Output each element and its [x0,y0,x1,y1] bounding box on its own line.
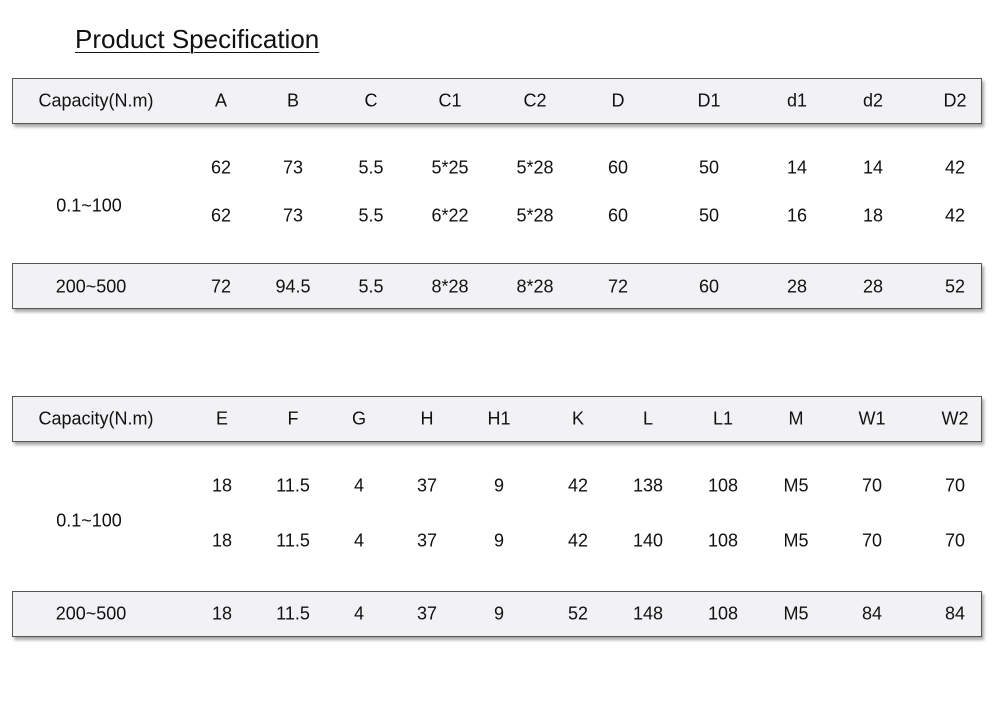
row-bar-200-500 [12,263,982,309]
table-cell: 5*25 [431,157,469,178]
table-cell: 94.5 [275,276,311,297]
table-cell: 4 [353,603,365,624]
table-cell: 18 [211,475,233,496]
table-cell: 18 [862,205,884,226]
table-cell: 18 [211,603,233,624]
column-header: L1 [712,408,734,429]
column-header: F [287,408,299,429]
table-cell: 28 [786,276,808,297]
table-cell: 84 [861,603,883,624]
table-cell: 50 [698,157,720,178]
table-cell: 72 [607,276,629,297]
table-cell: 108 [707,530,739,551]
capacity-label: 0.1~100 [56,195,122,216]
table-cell: 37 [416,603,438,624]
table-cell: 73 [282,157,304,178]
column-header: M [788,408,804,429]
table-cell: M5 [783,603,809,624]
table-cell: M5 [783,530,809,551]
table-cell: 5.5 [358,276,384,297]
table-cell: 5.5 [358,205,384,226]
column-header: B [286,90,300,111]
table-cell: 60 [607,157,629,178]
table-cell: 60 [698,276,720,297]
table-cell: 5.5 [358,157,384,178]
table-cell: 37 [416,475,438,496]
table-cell: 37 [416,530,438,551]
table-cell: 4 [353,530,365,551]
column-header: C [364,90,378,111]
table-cell: 8*28 [431,276,469,297]
table-cell: 84 [944,603,966,624]
capacity-label: 200~500 [55,276,127,297]
column-header: D [611,90,625,111]
table-cell: 70 [861,475,883,496]
table-cell: 16 [786,205,808,226]
column-header: d1 [786,90,808,111]
table-cell: 108 [707,475,739,496]
table-cell: 28 [862,276,884,297]
table-cell: 4 [353,475,365,496]
header-bar [12,78,982,124]
table-cell: 9 [493,530,505,551]
column-header: H [420,408,434,429]
table-cell: 42 [944,205,966,226]
table-cell: 6*22 [431,205,469,226]
table-cell: 108 [707,603,739,624]
column-header: E [215,408,229,429]
table-cell: 5*28 [516,205,554,226]
column-header: L [642,408,654,429]
table-cell: 138 [632,475,664,496]
column-header: Capacity(N.m) [38,408,154,429]
table-cell: 52 [944,276,966,297]
table-cell: 42 [944,157,966,178]
column-header: W1 [858,408,886,429]
table-cell: 62 [210,205,232,226]
column-header: Capacity(N.m) [38,90,154,111]
capacity-label: 200~500 [55,603,127,624]
table-cell: 5*28 [516,157,554,178]
page-title: Product Specification [75,24,320,54]
table-cell: 50 [698,205,720,226]
column-header: K [571,408,585,429]
column-header: H1 [487,408,511,429]
table-cell: 11.5 [276,530,310,551]
column-header: D1 [697,90,721,111]
table-cell: 11.5 [276,603,310,624]
table-cell: 42 [567,475,589,496]
table-cell: 42 [567,530,589,551]
table-cell: 140 [632,530,664,551]
table-cell: 14 [786,157,808,178]
column-header: W2 [941,408,969,429]
table-cell: 70 [861,530,883,551]
column-header: G [351,408,367,429]
column-header: C2 [523,90,547,111]
table-cell: 148 [632,603,664,624]
table-cell: 70 [944,530,966,551]
table-cell: 9 [493,475,505,496]
table-cell: 70 [944,475,966,496]
table-cell: 18 [211,530,233,551]
table-cell: 73 [282,205,304,226]
table-cell: 60 [607,205,629,226]
column-header: d2 [862,90,884,111]
column-header: A [214,90,228,111]
capacity-label: 0.1~100 [56,510,122,531]
column-header: D2 [943,90,967,111]
table-cell: 8*28 [516,276,554,297]
table-cell: 52 [567,603,589,624]
table-cell: 11.5 [276,475,310,496]
table-cell: 62 [210,157,232,178]
column-header: C1 [438,90,462,111]
table-cell: M5 [783,475,809,496]
table-cell: 14 [862,157,884,178]
table-cell: 72 [210,276,232,297]
table-cell: 9 [493,603,505,624]
